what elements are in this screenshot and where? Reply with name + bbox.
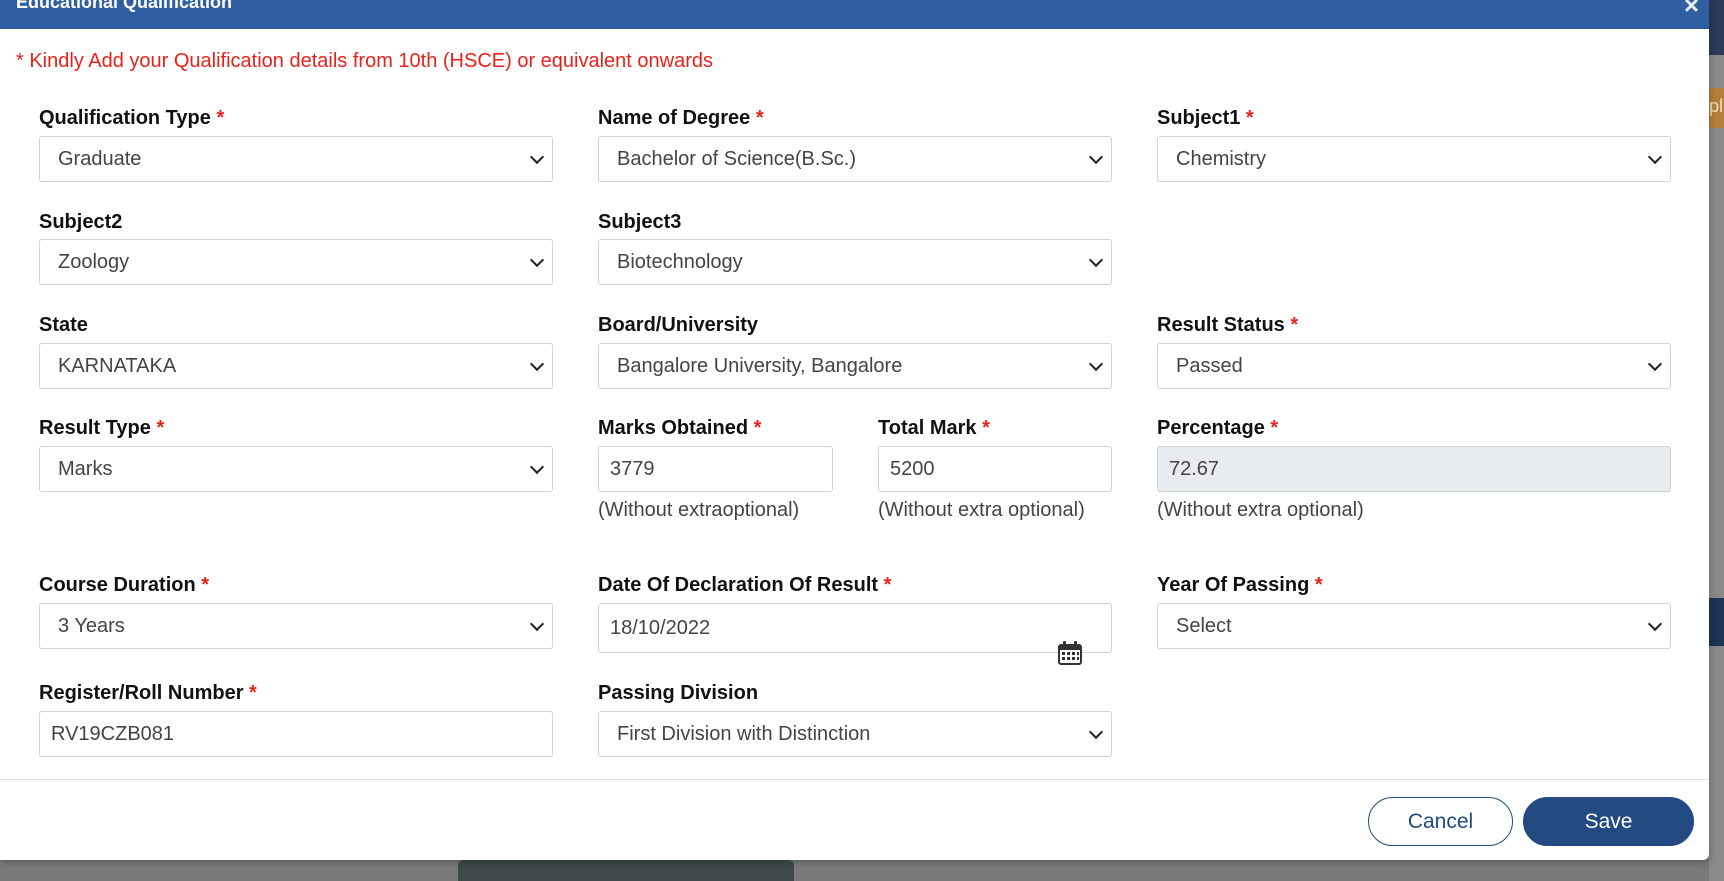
modal-footer-divider (0, 779, 1709, 780)
chevron-down-icon (529, 149, 545, 165)
register-roll-number-input[interactable]: RV19CZB081 (39, 711, 553, 757)
chevron-down-icon (529, 252, 545, 268)
course-duration-label: Course Duration * (39, 574, 210, 596)
total-mark-input[interactable]: 5200 (878, 446, 1112, 492)
total-mark-label: Total Mark * (878, 417, 990, 439)
subject3-select[interactable]: Biotechnology (598, 239, 1112, 285)
passing-division-value: First Division with Distinction (617, 722, 871, 745)
result-status-label: Result Status * (1157, 314, 1299, 336)
educational-qualification-modal: Educational Qualification × * Kindly Add… (0, 0, 1709, 860)
year-of-passing-label: Year Of Passing * (1157, 574, 1323, 596)
qualification-type-value: Graduate (58, 147, 142, 170)
passing-division-label: Passing Division (598, 682, 759, 704)
chevron-down-icon (1647, 149, 1663, 165)
background-bottom-tab (458, 860, 794, 881)
percentage-input: 72.67 (1157, 446, 1671, 492)
name-of-degree-label: Name of Degree * (598, 107, 764, 129)
subject1-label: Subject1 * (1157, 107, 1254, 129)
cancel-button[interactable]: Cancel (1368, 797, 1513, 846)
board-university-select[interactable]: Bangalore University, Bangalore (598, 343, 1112, 389)
modal-title: Educational Qualification (16, 0, 233, 12)
state-value: KARNATAKA (58, 354, 177, 377)
subject3-label: Subject3 (598, 211, 682, 233)
result-type-select[interactable]: Marks (39, 446, 553, 492)
year-of-passing-value: Select (1176, 614, 1232, 637)
board-university-label: Board/University (598, 314, 759, 336)
register-roll-number-label: Register/Roll Number * (39, 682, 257, 704)
subject3-value: Biotechnology (617, 250, 743, 273)
chevron-down-icon (1647, 616, 1663, 632)
background-right-strip (1709, 0, 1724, 881)
result-status-select[interactable]: Passed (1157, 343, 1671, 389)
percentage-label: Percentage * (1157, 417, 1279, 439)
chevron-down-icon (529, 616, 545, 632)
state-select[interactable]: KARNATAKA (39, 343, 553, 389)
subject1-value: Chemistry (1176, 147, 1267, 170)
chevron-down-icon (1647, 356, 1663, 372)
result-type-label: Result Type * (39, 417, 165, 439)
background-header-strip (1709, 0, 1724, 55)
qualification-type-select[interactable]: Graduate (39, 136, 553, 182)
background-side-text: pl (1709, 96, 1724, 116)
marks-obtained-label: Marks Obtained * (598, 417, 762, 439)
subject2-select[interactable]: Zoology (39, 239, 553, 285)
date-of-declaration-input[interactable]: 18/10/2022 (598, 603, 1112, 653)
subject1-select[interactable]: Chemistry (1157, 136, 1671, 182)
result-status-value: Passed (1176, 354, 1243, 377)
name-of-degree-value: Bachelor of Science(B.Sc.) (617, 147, 856, 170)
chevron-down-icon (1088, 724, 1104, 740)
subject2-value: Zoology (58, 250, 130, 273)
chevron-down-icon (1088, 149, 1104, 165)
qualification-notice: * Kindly Add your Qualification details … (16, 50, 714, 72)
state-label: State (39, 314, 88, 336)
board-university-value: Bangalore University, Bangalore (617, 354, 903, 377)
background-dark-panel (1709, 598, 1724, 646)
save-button[interactable]: Save (1523, 797, 1694, 846)
chevron-down-icon (1088, 356, 1104, 372)
name-of-degree-select[interactable]: Bachelor of Science(B.Sc.) (598, 136, 1112, 182)
date-of-declaration-label: Date Of Declaration Of Result * (598, 574, 892, 596)
chevron-down-icon (529, 356, 545, 372)
percentage-hint: (Without extra optional) (1157, 499, 1364, 521)
total-mark-hint: (Without extra optional) (878, 499, 1085, 521)
course-duration-select[interactable]: 3 Years (39, 603, 553, 649)
calendar-icon[interactable] (1057, 640, 1083, 666)
close-icon[interactable]: × (1684, 0, 1699, 21)
year-of-passing-select[interactable]: Select (1157, 603, 1671, 649)
modal-header: Educational Qualification × (0, 0, 1709, 29)
result-type-value: Marks (58, 457, 113, 480)
marks-obtained-hint: (Without extraoptional) (598, 499, 800, 521)
background-orange-button: pl (1709, 88, 1724, 128)
qualification-type-label: Qualification Type * (39, 107, 225, 129)
chevron-down-icon (529, 459, 545, 475)
marks-obtained-input[interactable]: 3779 (598, 446, 833, 492)
passing-division-select[interactable]: First Division with Distinction (598, 711, 1112, 757)
course-duration-value: 3 Years (58, 614, 125, 637)
chevron-down-icon (1088, 252, 1104, 268)
subject2-label: Subject2 (39, 211, 123, 233)
